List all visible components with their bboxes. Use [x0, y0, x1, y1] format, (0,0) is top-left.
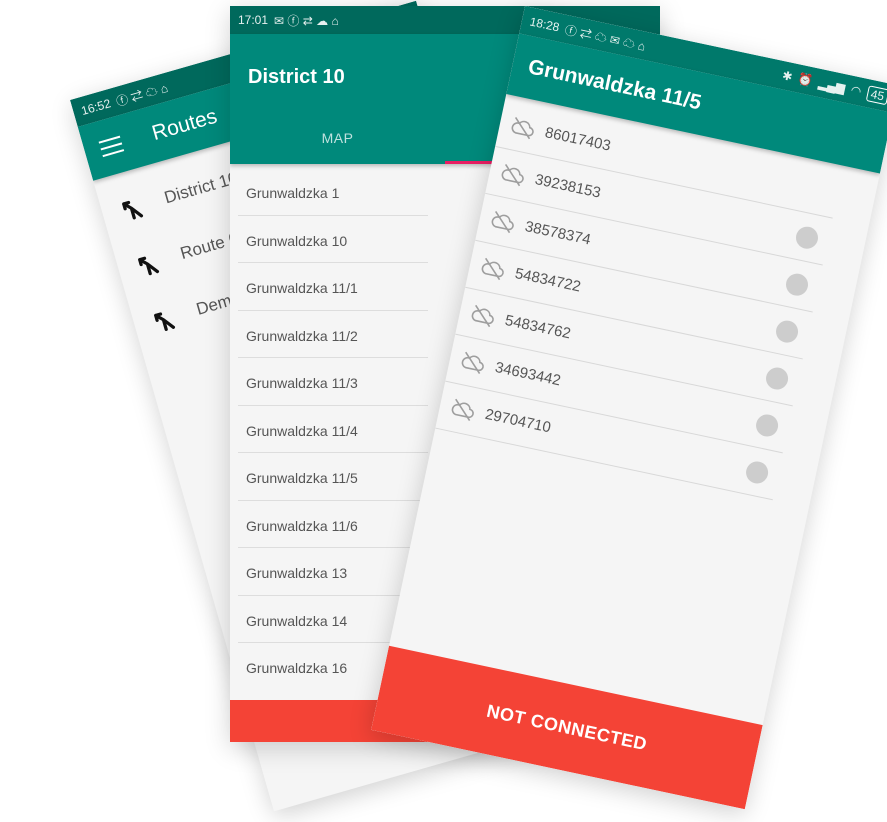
meter-number: 54834722: [513, 264, 583, 296]
cloud-off-icon: [471, 304, 494, 327]
signal-icon: ▂▄▆: [817, 75, 847, 96]
connection-banner: NOT CONNECTED: [371, 645, 763, 810]
address-item[interactable]: Grunwaldzka 11/2: [238, 311, 428, 358]
route-merge-icon: [122, 200, 144, 220]
status-dot: [774, 318, 801, 345]
bluetooth-icon: ✱: [780, 68, 794, 84]
address-item[interactable]: Grunwaldzka 1: [238, 168, 428, 216]
status-dot: [744, 458, 771, 486]
meter-list: 86017403 39238153 38578374 54834722 5483…: [435, 99, 843, 501]
address-item[interactable]: Grunwaldzka 11/5: [238, 453, 428, 501]
alarm-icon: ⏰: [796, 71, 815, 89]
meter-number: 86017403: [543, 124, 613, 155]
address-item[interactable]: Grunwaldzka 10: [238, 216, 428, 263]
meter-number: 29704710: [483, 405, 553, 437]
status-dot: [754, 411, 781, 439]
wifi-icon: ◠: [849, 82, 863, 99]
page-title: District 10: [248, 66, 345, 88]
cloud-off-icon: [481, 257, 504, 280]
status-time: 17:01: [238, 13, 269, 27]
battery-icon: 45: [865, 85, 887, 106]
route-merge-icon: [154, 312, 176, 331]
status-dot: [794, 224, 821, 251]
cloud-off-icon: [501, 163, 524, 186]
cloud-off-icon: [511, 116, 534, 139]
status-time: 18:28: [528, 14, 561, 35]
address-item[interactable]: Grunwaldzka 11/6: [238, 501, 428, 548]
status-time: 16:52: [79, 96, 113, 118]
route-merge-icon: [138, 256, 160, 276]
cloud-off-icon: [461, 351, 484, 374]
notification-icons: ✉ ⓕ ⇄ ☁ ⌂: [274, 13, 339, 28]
tab-map[interactable]: MAP: [230, 112, 445, 164]
address-item[interactable]: Grunwaldzka 11/4: [238, 406, 428, 453]
cloud-off-icon: [451, 398, 474, 421]
meter-number: 38578374: [523, 218, 593, 249]
meter-number: 39238153: [533, 171, 603, 202]
meter-number: 54834762: [503, 311, 573, 343]
status-dot: [764, 365, 791, 392]
route-label: District 10: [162, 168, 241, 208]
connection-status-text: NOT CONNECTED: [484, 700, 650, 754]
address-item[interactable]: Grunwaldzka 11/1: [238, 263, 428, 311]
meter-number: 34693442: [493, 358, 563, 390]
status-dot: [784, 271, 811, 298]
address-item[interactable]: Grunwaldzka 11/3: [238, 358, 428, 406]
address-item[interactable]: Grunwaldzka 13: [238, 548, 428, 596]
page-title: Routes: [149, 104, 220, 146]
cloud-off-icon: [491, 210, 514, 233]
menu-icon[interactable]: [98, 135, 125, 158]
